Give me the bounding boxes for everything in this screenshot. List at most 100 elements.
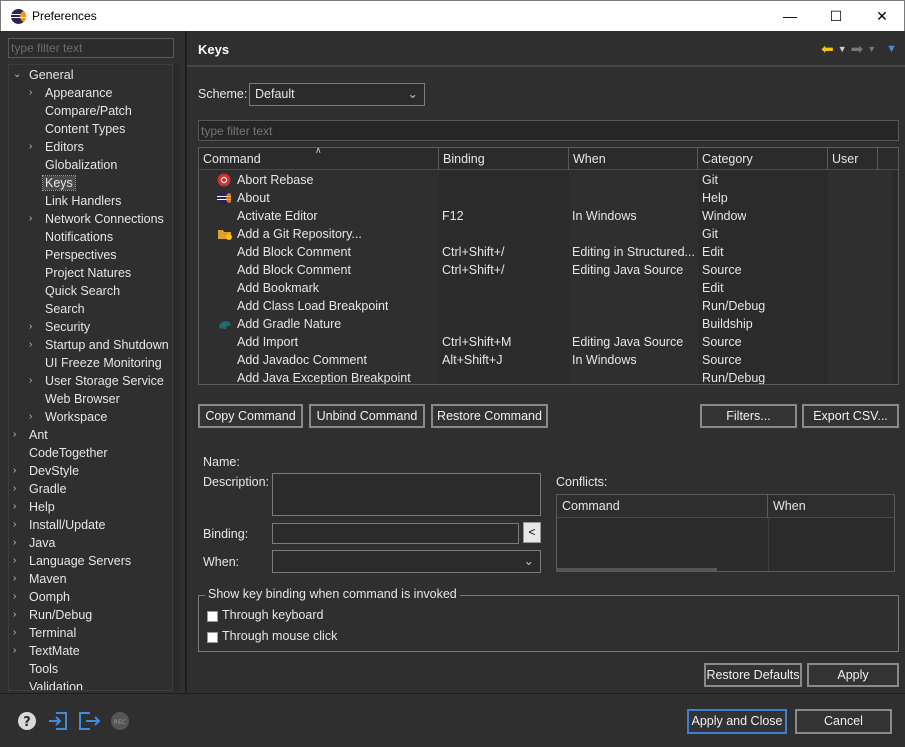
through-mouse-label[interactable]: Through mouse click [222,629,337,643]
import-icon[interactable] [47,711,67,731]
table-row[interactable]: Add Bookmark Edit [199,279,893,297]
tree-item[interactable]: Keys [29,174,76,192]
export-icon[interactable] [78,711,101,731]
chevron-right-icon[interactable]: › [13,534,23,552]
table-row[interactable]: About Help [199,189,893,207]
chevron-right-icon[interactable]: › [29,84,39,102]
table-row[interactable]: Add Javadoc Comment Alt+Shift+J In Windows… [199,351,893,369]
tree-item[interactable]: › Appearance [29,84,112,102]
chevron-right-icon[interactable]: › [29,408,39,426]
cancel-button[interactable]: Cancel [795,709,892,734]
table-row[interactable]: Add a Git Repository... Git [199,225,893,243]
tree-item[interactable]: › DevStyle [13,462,79,480]
minimize-button[interactable]: — [767,1,813,31]
restore-defaults-button[interactable]: Restore Defaults [704,663,802,687]
tree-item[interactable]: › Run/Debug [13,606,92,624]
chevron-right-icon[interactable]: › [29,210,39,228]
binding-modifier-button[interactable]: < [523,522,541,543]
back-menu-chevron-icon[interactable]: ▼ [838,44,847,54]
chevron-right-icon[interactable]: › [13,462,23,480]
apply-and-close-button[interactable]: Apply and Close [687,709,787,734]
tree-item[interactable]: Content Types [29,120,125,138]
column-when[interactable]: When [569,148,698,170]
tree-item[interactable]: › Workspace [29,408,107,426]
table-row[interactable]: Add Block Comment Ctrl+Shift+/ Editing Jav… [199,261,893,279]
column-category[interactable]: Category [698,148,828,170]
tree-item[interactable]: Compare/Patch [29,102,132,120]
apply-button[interactable]: Apply [807,663,899,687]
restore-command-button[interactable]: Restore Command [431,404,548,428]
tree-item[interactable]: › Language Servers [13,552,131,570]
tree-item[interactable]: ⌄ General [13,66,73,84]
tree-item[interactable]: › Oomph [13,588,70,606]
table-row[interactable]: Add Java Exception Breakpoint Run/Debug [199,369,893,384]
chevron-right-icon[interactable]: › [13,570,23,588]
tree-item[interactable]: › User Storage Service [29,372,164,390]
copy-command-button[interactable]: Copy Command [198,404,303,428]
close-button[interactable]: ✕ [859,1,905,31]
tree-item[interactable]: Web Browser [29,390,120,408]
when-select[interactable]: ⌄ [272,550,541,573]
forward-arrow-icon[interactable]: ➡ [851,40,864,58]
chevron-right-icon[interactable]: › [13,426,23,444]
forward-menu-chevron-icon[interactable]: ▼ [867,44,876,54]
table-row[interactable]: Add Gradle Nature Buildship [199,315,893,333]
maximize-button[interactable]: ☐ [813,1,859,31]
tree-filter-input[interactable] [8,38,174,58]
tree-item[interactable]: Search [29,300,85,318]
tree-item[interactable]: Project Natures [29,264,131,282]
tree-item[interactable]: Globalization [29,156,117,174]
tree-item[interactable]: Notifications [29,228,113,246]
through-mouse-checkbox[interactable] [207,632,218,643]
tree-item[interactable]: › Java [13,534,55,552]
table-scrollbar[interactable] [892,170,898,384]
tree-item[interactable]: › Terminal [13,624,76,642]
unbind-command-button[interactable]: Unbind Command [309,404,425,428]
table-row[interactable]: Add Import Ctrl+Shift+M Editing Java Sourc… [199,333,893,351]
command-filter-input[interactable] [198,120,899,141]
tree-item[interactable]: Link Handlers [29,192,121,210]
chevron-right-icon[interactable]: › [29,318,39,336]
tree-item[interactable]: Tools [13,660,58,678]
tree-item[interactable]: › Ant [13,426,48,444]
chevron-right-icon[interactable]: › [13,480,23,498]
tree-item[interactable]: › Maven [13,570,67,588]
chevron-right-icon[interactable]: › [13,516,23,534]
tree-item[interactable]: › Editors [29,138,84,156]
table-row[interactable]: Add Block Comment Ctrl+Shift+/ Editing in … [199,243,893,261]
help-icon[interactable]: ? [17,711,37,731]
chevron-right-icon[interactable]: › [13,642,23,660]
chevron-right-icon[interactable]: › [13,498,23,516]
chevron-right-icon[interactable]: › [29,336,39,354]
scheme-select[interactable]: Default ⌄ [249,83,425,106]
export-csv-button[interactable]: Export CSV... [802,404,899,428]
through-keyboard-label[interactable]: Through keyboard [222,608,323,622]
chevron-right-icon[interactable]: › [13,606,23,624]
tree-item[interactable]: Quick Search [29,282,120,300]
tree-item[interactable]: UI Freeze Monitoring [29,354,162,372]
tree-item[interactable]: Perspectives [29,246,117,264]
filters-button[interactable]: Filters... [700,404,797,428]
conflicts-scrollbar[interactable] [557,568,717,571]
chevron-right-icon[interactable]: › [29,138,39,156]
tree-item[interactable]: › TextMate [13,642,80,660]
view-menu-icon[interactable]: ▼ [886,43,897,55]
tree-scrollbar[interactable] [174,64,180,691]
column-user[interactable]: User [828,148,878,170]
tree-item[interactable]: › Help [13,498,55,516]
chevron-right-icon[interactable]: › [29,372,39,390]
binding-field[interactable] [272,523,519,544]
conflict-column-when[interactable]: When [768,495,894,518]
table-row[interactable]: Abort Rebase Git [199,171,893,189]
tree-item[interactable]: Validation [13,678,83,690]
chevron-right-icon[interactable]: › [13,552,23,570]
tree-item[interactable]: › Security [29,318,90,336]
back-arrow-icon[interactable]: ⬅ [821,40,834,58]
tree-item[interactable]: › Install/Update [13,516,105,534]
chevron-down-icon[interactable]: ⌄ [13,66,23,84]
tree-item[interactable]: › Gradle [13,480,67,498]
chevron-right-icon[interactable]: › [13,588,23,606]
conflict-column-command[interactable]: Command [557,495,768,518]
column-binding[interactable]: Binding [439,148,569,170]
tree-item[interactable]: › Startup and Shutdown [29,336,169,354]
